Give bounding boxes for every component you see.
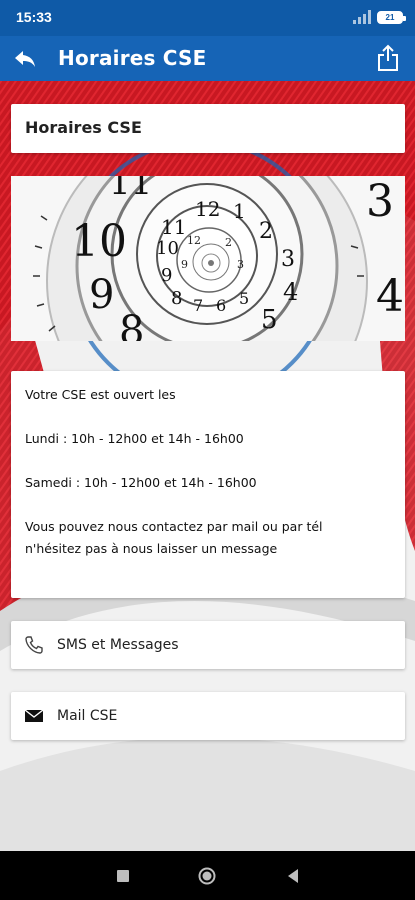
signal-icon bbox=[353, 10, 371, 24]
status-bar: 15:33 21 bbox=[0, 0, 415, 36]
hero-image: 10 9 8 11 3 4 11 12 1 2 3 4 5 10 9 8 7 6… bbox=[11, 176, 405, 341]
back-arrow-icon bbox=[15, 51, 35, 67]
svg-text:11: 11 bbox=[161, 215, 186, 239]
status-time: 15:33 bbox=[16, 9, 52, 25]
mail-cse-label: Mail CSE bbox=[57, 708, 118, 724]
share-button[interactable] bbox=[371, 41, 405, 75]
battery-level: 21 bbox=[385, 12, 395, 22]
status-icons: 21 bbox=[353, 10, 406, 24]
svg-text:3: 3 bbox=[366, 176, 394, 227]
home-icon bbox=[198, 867, 216, 885]
spiral-clock-image: 10 9 8 11 3 4 11 12 1 2 3 4 5 10 9 8 7 6… bbox=[11, 176, 405, 341]
sms-messages-button[interactable]: SMS et Messages bbox=[11, 621, 405, 669]
svg-text:5: 5 bbox=[239, 289, 249, 308]
info-contact: Vous pouvez nous contactez par mail ou p… bbox=[25, 519, 323, 534]
system-back-button[interactable] bbox=[282, 865, 304, 887]
svg-text:8: 8 bbox=[119, 308, 144, 341]
phone-icon bbox=[23, 634, 45, 656]
info-card: Votre CSE est ouvert les Lundi : 10h - 1… bbox=[11, 371, 405, 598]
title-card-text: Horaires CSE bbox=[25, 118, 142, 137]
svg-text:9: 9 bbox=[181, 258, 188, 271]
system-nav-bar bbox=[0, 851, 415, 900]
svg-text:7: 7 bbox=[193, 296, 203, 315]
recents-icon bbox=[117, 870, 129, 882]
svg-text:10: 10 bbox=[71, 216, 127, 267]
svg-text:8: 8 bbox=[171, 288, 182, 309]
svg-text:4: 4 bbox=[283, 278, 298, 306]
app-bar: Horaires CSE bbox=[0, 36, 415, 81]
svg-text:11: 11 bbox=[109, 176, 152, 203]
info-message: n'hésitez pas à nous laisser un message bbox=[25, 541, 278, 556]
svg-text:12: 12 bbox=[195, 197, 220, 221]
svg-text:3: 3 bbox=[237, 258, 244, 271]
svg-text:1: 1 bbox=[233, 199, 246, 223]
home-button[interactable] bbox=[196, 865, 218, 887]
info-intro: Votre CSE est ouvert les bbox=[25, 387, 176, 402]
mail-cse-button[interactable]: Mail CSE bbox=[11, 692, 405, 740]
svg-text:4: 4 bbox=[376, 271, 404, 322]
svg-text:5: 5 bbox=[261, 305, 278, 335]
svg-text:10: 10 bbox=[156, 238, 179, 259]
battery-icon: 21 bbox=[377, 10, 406, 24]
info-hours-monday: Lundi : 10h - 12h00 et 14h - 16h00 bbox=[25, 431, 244, 446]
nav-back-icon bbox=[288, 869, 298, 883]
mail-icon bbox=[23, 705, 45, 727]
title-card: Horaires CSE bbox=[11, 104, 405, 153]
svg-text:12: 12 bbox=[187, 234, 201, 247]
svg-text:6: 6 bbox=[216, 296, 226, 315]
svg-text:2: 2 bbox=[225, 236, 232, 249]
back-button[interactable] bbox=[8, 42, 42, 76]
svg-text:2: 2 bbox=[259, 219, 273, 244]
svg-text:9: 9 bbox=[89, 272, 114, 318]
svg-text:9: 9 bbox=[161, 265, 172, 286]
svg-text:3: 3 bbox=[281, 247, 295, 272]
info-hours-saturday: Samedi : 10h - 12h00 et 14h - 16h00 bbox=[25, 475, 257, 490]
sms-messages-label: SMS et Messages bbox=[57, 637, 179, 653]
share-icon bbox=[378, 44, 398, 71]
page-title: Horaires CSE bbox=[58, 46, 207, 70]
recents-button[interactable] bbox=[112, 865, 134, 887]
